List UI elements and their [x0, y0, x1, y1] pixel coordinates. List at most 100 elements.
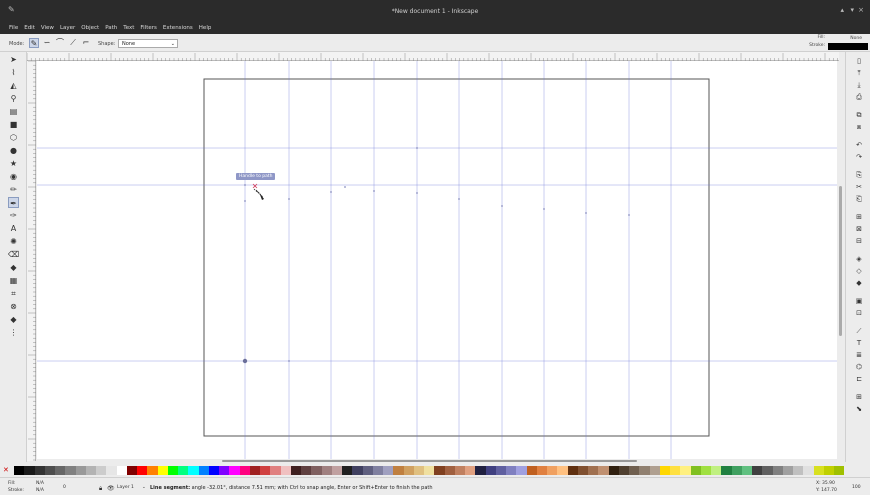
palette-swatch[interactable]	[444, 466, 455, 475]
palette-swatch[interactable]	[383, 466, 394, 475]
palette-swatch[interactable]	[126, 466, 137, 475]
unlink-clone-icon[interactable]: ◆	[854, 278, 864, 288]
palette-swatch[interactable]	[731, 466, 742, 475]
menu-layer[interactable]: Layer	[60, 25, 75, 31]
star-tool-icon[interactable]: ★	[8, 158, 19, 169]
palette-swatch[interactable]	[454, 466, 465, 475]
import-icon[interactable]: ⧉	[854, 110, 864, 120]
palette-swatch[interactable]	[331, 466, 342, 475]
menu-text[interactable]: Text	[123, 25, 134, 31]
menu-edit[interactable]: Edit	[24, 25, 35, 31]
measure-tool-icon[interactable]: ▤	[8, 106, 19, 117]
palette-swatch[interactable]	[659, 466, 670, 475]
palette-swatch[interactable]	[96, 466, 107, 475]
vertical-scrollbar[interactable]	[837, 61, 845, 461]
palette-swatch[interactable]	[475, 466, 486, 475]
palette-swatch[interactable]	[793, 466, 804, 475]
palette-swatch[interactable]	[516, 466, 527, 475]
redo-icon[interactable]: ↷	[854, 152, 864, 162]
palette-swatch[interactable]	[321, 466, 332, 475]
layers-icon[interactable]: ≣	[854, 350, 864, 360]
palette-swatch[interactable]	[711, 466, 722, 475]
palette-swatch[interactable]	[547, 466, 558, 475]
zoom-drawing-icon[interactable]: ⊠	[854, 224, 864, 234]
text-font-icon[interactable]: T	[854, 338, 864, 348]
palette-swatch[interactable]	[639, 466, 650, 475]
palette-swatch[interactable]	[680, 466, 691, 475]
palette-swatch[interactable]	[803, 466, 814, 475]
copy-icon[interactable]: ⎘	[854, 170, 864, 180]
palette-swatch[interactable]	[116, 466, 127, 475]
palette-swatch[interactable]	[465, 466, 476, 475]
pencil-tool-icon[interactable]: ✏	[8, 184, 19, 195]
rectangle-tool-icon[interactable]: ■	[8, 119, 19, 130]
eraser-tool-icon[interactable]: ⌫	[8, 249, 19, 260]
palette-swatch[interactable]	[178, 466, 189, 475]
palette-swatch[interactable]	[506, 466, 517, 475]
palette-swatch[interactable]	[280, 466, 291, 475]
palette-swatch[interactable]	[352, 466, 363, 475]
palette-swatch[interactable]	[372, 466, 383, 475]
palette-swatch[interactable]	[526, 466, 537, 475]
palette-swatch[interactable]	[495, 466, 506, 475]
xml-editor-icon[interactable]: ⌬	[854, 362, 864, 372]
close-icon[interactable]: ×	[858, 6, 864, 14]
undo-icon[interactable]: ↶	[854, 140, 864, 150]
palette-swatch[interactable]	[137, 466, 148, 475]
palette-swatch[interactable]	[260, 466, 271, 475]
mode-bspline-button[interactable]: ⌒	[55, 38, 65, 48]
stroke-swatch[interactable]	[828, 43, 868, 50]
palette-swatch[interactable]	[219, 466, 230, 475]
palette-swatch[interactable]	[762, 466, 773, 475]
palette-swatch[interactable]	[311, 466, 322, 475]
vertical-ruler[interactable]	[27, 60, 36, 461]
palette-swatch[interactable]	[147, 466, 158, 475]
paint-tool-icon[interactable]: ◆	[8, 314, 19, 325]
group-icon[interactable]: ▣	[854, 296, 864, 306]
bucket-tool-icon[interactable]: ◆	[8, 262, 19, 273]
dropper-tool-icon[interactable]: ⊗	[8, 301, 19, 312]
selector-tool-icon[interactable]: ➤	[8, 54, 19, 65]
palette-swatch[interactable]	[588, 466, 599, 475]
fill-stroke-icon[interactable]: ⟋	[854, 326, 864, 336]
spiral-tool-icon[interactable]: ◉	[8, 171, 19, 182]
mode-regular-bezier-button[interactable]: ✎	[29, 38, 39, 48]
palette-swatch[interactable]	[208, 466, 219, 475]
ellipse-tool-icon[interactable]: ●	[8, 145, 19, 156]
menu-file[interactable]: File	[9, 25, 18, 31]
palette-swatch[interactable]	[55, 466, 66, 475]
palette-swatch[interactable]	[14, 466, 25, 475]
menu-filters[interactable]: Filters	[140, 25, 157, 31]
text-tool-icon[interactable]: A	[8, 223, 19, 234]
palette-swatch[interactable]	[536, 466, 547, 475]
palette-swatch[interactable]	[167, 466, 178, 475]
layer-select[interactable]: Layer 1	[117, 485, 134, 490]
menu-view[interactable]: View	[41, 25, 54, 31]
clone-icon[interactable]: ◇	[854, 266, 864, 276]
no-paint-icon[interactable]: ✕	[3, 466, 9, 475]
menu-path[interactable]: Path	[105, 25, 117, 31]
zoom-tool-icon[interactable]: ⚲	[8, 93, 19, 104]
zoom-page-icon[interactable]: ⊟	[854, 236, 864, 246]
new-doc-icon[interactable]: ▯	[854, 56, 864, 66]
palette-swatch[interactable]	[75, 466, 86, 475]
palette-swatch[interactable]	[834, 466, 845, 475]
palette-swatch[interactable]	[229, 466, 240, 475]
palette-swatch[interactable]	[752, 466, 763, 475]
open-icon[interactable]: ⤒	[854, 68, 864, 78]
palette-swatch[interactable]	[741, 466, 752, 475]
palette-swatch[interactable]	[403, 466, 414, 475]
mode-paraxial-button[interactable]: ⌐	[81, 38, 91, 48]
palette-swatch[interactable]	[188, 466, 199, 475]
palette-swatch[interactable]	[485, 466, 496, 475]
mode-spiro-button[interactable]: ∽	[42, 38, 52, 48]
palette-swatch[interactable]	[772, 466, 783, 475]
palette-swatch[interactable]	[629, 466, 640, 475]
eye-icon[interactable]: 👁︎	[107, 485, 115, 492]
maximize-icon[interactable]: ▾	[850, 6, 854, 14]
palette-swatches[interactable]	[14, 466, 845, 475]
palette-swatch[interactable]	[342, 466, 353, 475]
palette-swatch[interactable]	[249, 466, 260, 475]
palette-swatch[interactable]	[424, 466, 435, 475]
spray-tool-icon[interactable]: ✺	[8, 236, 19, 247]
